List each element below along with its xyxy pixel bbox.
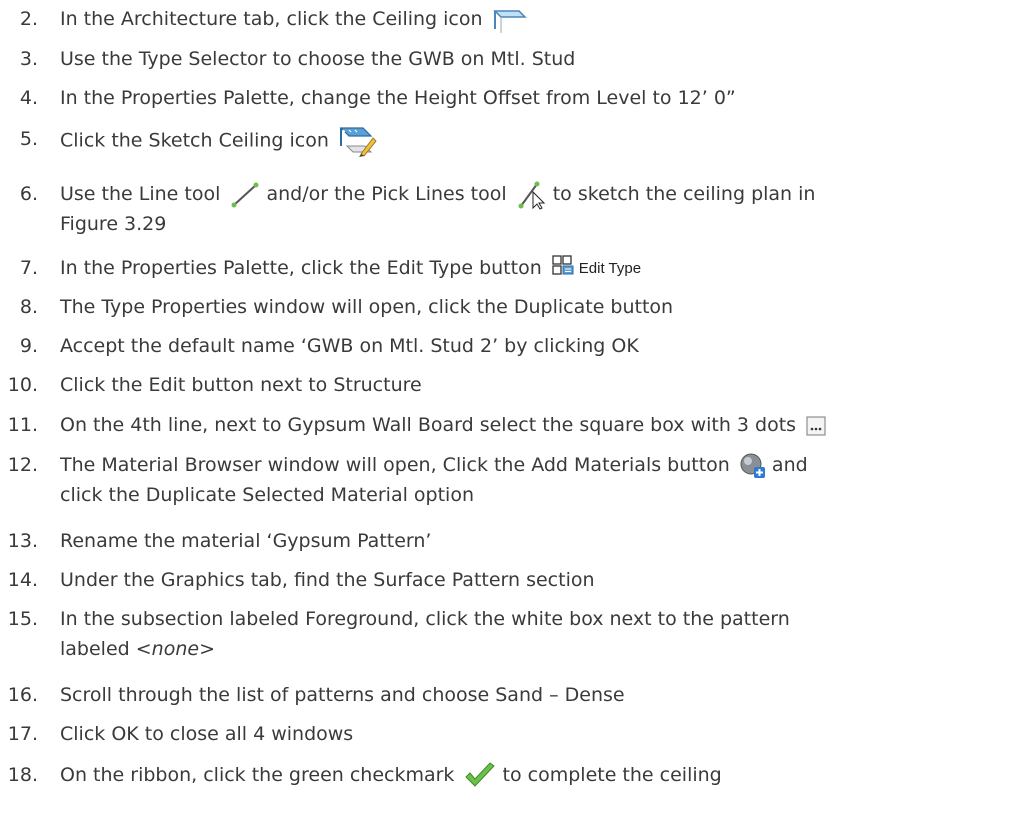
step-number: 16. xyxy=(7,684,38,706)
list-item: 6. Use the Line tool and/or the Pick Lin… xyxy=(0,179,1000,243)
step-text: In the Architecture tab, click the Ceili… xyxy=(60,8,483,30)
step-text: and/or the Pick Lines tool xyxy=(266,183,507,205)
step-text: Click the Sketch Ceiling icon xyxy=(60,129,329,152)
step-text: The Material Browser window will open, C… xyxy=(60,454,730,476)
edit-type-icon xyxy=(552,254,574,284)
browse-dots-icon xyxy=(806,416,826,436)
step-text: to sketch the ceiling plan in xyxy=(552,183,816,205)
step-text: to complete the ceiling xyxy=(502,764,722,786)
step-text-continued: click the Duplicate Selected Material op… xyxy=(60,484,474,506)
edit-type-button: Edit Type xyxy=(552,254,641,284)
step-number: 13. xyxy=(7,530,38,552)
step-text: Use the Line tool xyxy=(60,183,221,205)
step-number: 12. xyxy=(7,454,38,476)
step-number: 10. xyxy=(7,374,38,396)
ceiling-icon xyxy=(492,5,527,35)
list-item: 12. The Material Browser window will ope… xyxy=(0,450,1000,514)
step-number: 18. xyxy=(7,764,38,786)
step-text: Use the Type Selector to choose the GWB … xyxy=(60,48,576,70)
step-number: 6. xyxy=(19,183,38,205)
step-number: 7. xyxy=(19,257,38,279)
step-text: Scroll through the list of patterns and … xyxy=(60,684,625,706)
edit-type-label: Edit Type xyxy=(578,259,642,277)
step-number: 9. xyxy=(19,335,38,357)
line-tool-icon xyxy=(230,181,260,209)
step-number: 4. xyxy=(19,87,38,109)
step-text: In the subsection labeled Foreground, cl… xyxy=(60,608,790,630)
step-text: Rename the material ‘Gypsum Pattern’ xyxy=(60,530,432,552)
step-number: 8. xyxy=(19,296,38,318)
sketch-ceiling-icon xyxy=(339,124,377,158)
step-number: 14. xyxy=(7,569,38,591)
step-text: and xyxy=(771,454,808,476)
step-number: 2. xyxy=(19,8,38,30)
step-text-continued: Figure 3.29 xyxy=(60,213,167,235)
step-text: On the 4th line, next to Gypsum Wall Boa… xyxy=(60,414,797,436)
step-number: 5. xyxy=(19,128,38,150)
step-number: 15. xyxy=(7,608,38,630)
step-number: 17. xyxy=(7,723,38,745)
step-text: In the Properties Palette, change the He… xyxy=(60,87,736,109)
step-number: 3. xyxy=(19,48,38,70)
add-material-icon xyxy=(740,453,766,479)
step-number: 11. xyxy=(7,414,38,436)
step-text: In the Properties Palette, click the Edi… xyxy=(60,257,542,279)
step-text: Click OK to close all 4 windows xyxy=(60,723,354,745)
step-text: On the ribbon, click the green checkmark xyxy=(60,764,455,786)
green-checkmark-icon xyxy=(464,761,496,790)
step-text: The Type Properties window will open, cl… xyxy=(60,296,674,318)
list-item: 15. In the subsection labeled Foreground… xyxy=(0,604,1000,668)
step-text: Accept the default name ‘GWB on Mtl. Stu… xyxy=(60,335,639,357)
pick-lines-icon xyxy=(517,180,547,210)
step-text: Under the Graphics tab, find the Surface… xyxy=(60,569,595,591)
step-text: Click the Edit button next to Structure xyxy=(60,374,422,396)
none-pattern-label: <none> xyxy=(135,638,215,660)
step-text-continued: labeled <none> xyxy=(60,638,215,660)
